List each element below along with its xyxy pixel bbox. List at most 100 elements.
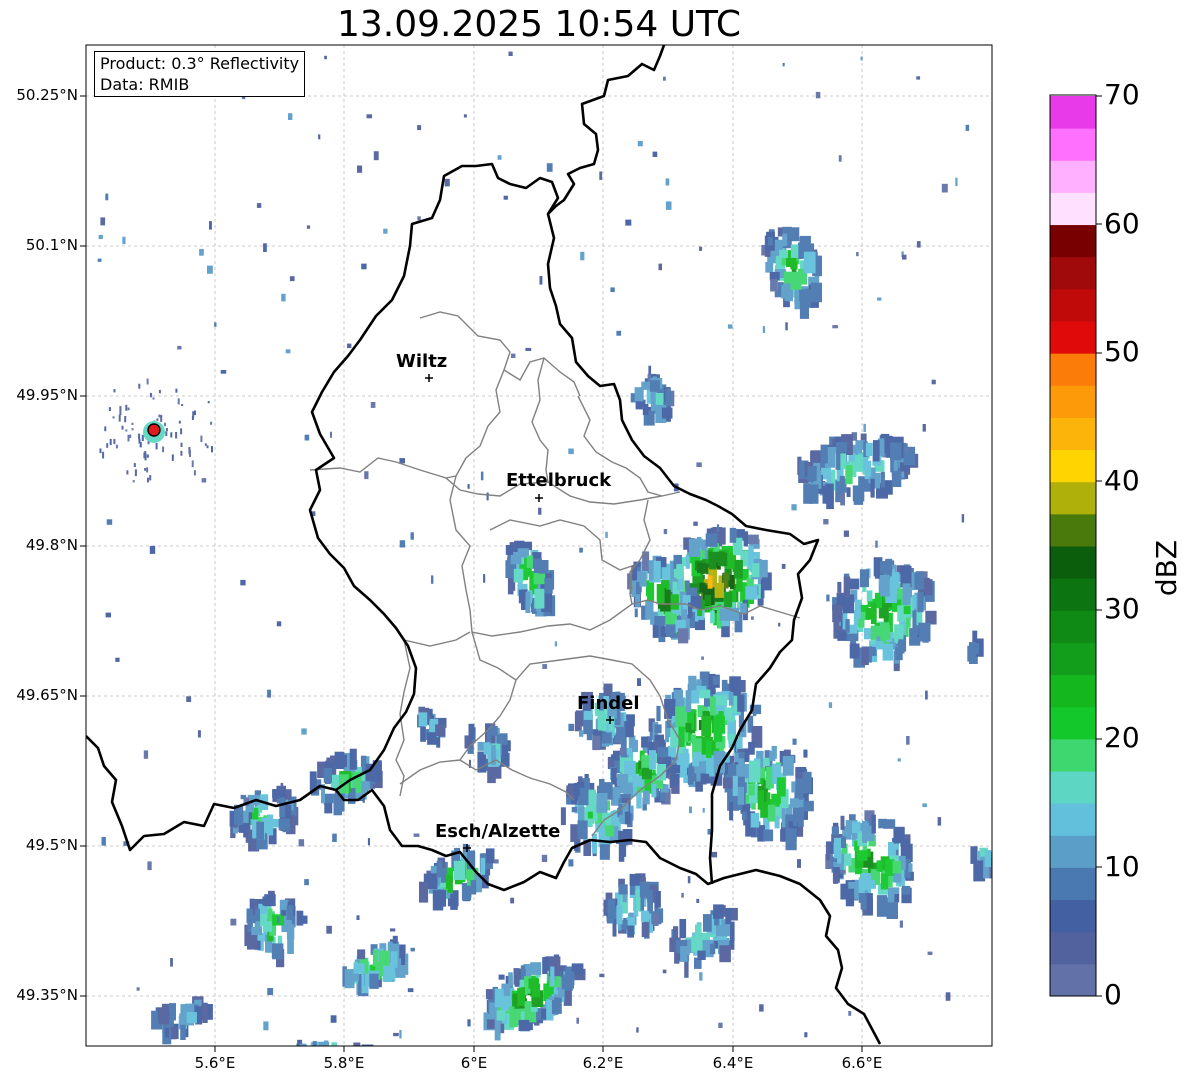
radar-clutter-speck [285,349,291,354]
radar-clutter-speck [687,876,691,884]
radar-echo-cell [723,777,733,789]
radar-clutter-speck [571,807,578,813]
radar-clutter-speck [383,228,388,234]
radar-echo-cell [840,836,847,848]
radar-echo-cell [882,643,894,661]
radar-echo-cell [485,989,493,1000]
radar-echo-cell [624,720,634,738]
radar-echo-cell [765,262,774,273]
radar-echo-cell [401,952,406,965]
radar-echo-cell [509,1006,518,1028]
radar-clutter-speck [100,217,106,226]
radar-clutter-speck [298,839,305,847]
radar-clutter-speck [393,1032,399,1037]
radar-clutter-speck [364,471,369,480]
radar-echo-cell [874,472,881,483]
radar-echo-cell [618,884,628,895]
colorbar-bin [1050,771,1096,804]
radar-clutter-speck [170,958,173,967]
radar-clutter-speck [681,892,684,898]
colorbar-tick-label: 40 [1104,464,1140,497]
radar-clutter-speck [568,448,574,455]
colorbar-bin [1050,610,1096,643]
radar-echo-cell [866,590,873,602]
radar-clutter-speck [178,420,181,424]
radar-echo-cell [836,442,848,453]
radar-echo-cell [751,563,760,578]
radar-echo-cell [262,921,273,932]
radar-echo-cell [496,734,502,744]
radar-clutter-speck [147,861,152,871]
radar-clutter-speck [144,468,147,471]
radar-clutter-speck [894,454,899,460]
radar-clutter-speck [546,163,553,172]
radar-echo-cell [390,951,398,968]
radar-echo-cell [331,1042,337,1046]
radar-echo-cell [768,236,773,246]
radar-clutter-speck [511,353,516,358]
radar-clutter-speck [177,398,180,405]
radar-clutter-speck [124,416,127,423]
radar-clutter-speck [906,736,910,745]
radar-echo-cell [861,647,869,665]
radar-echo-cell [186,1012,197,1024]
country-borders [86,45,882,1045]
radar-echo-cell [831,826,839,836]
radar-echo-cell [335,754,347,768]
lon-label: 6.4°E [712,1054,754,1072]
radar-echo-cell [801,784,810,793]
radar-echo-cell [849,578,860,590]
radar-echo-cell [670,774,680,787]
radar-clutter-speck [417,216,421,221]
radar-echo-cell [685,690,692,713]
colorbar-tick-label: 10 [1104,850,1140,883]
radar-clutter-speck [240,579,246,586]
radar-clutter-speck [498,974,505,980]
radar-clutter-speck [399,458,405,464]
radar-echo-cell [361,781,370,791]
radar-clutter-speck [665,201,672,210]
radar-echo-cell [854,599,861,617]
radar-clutter-speck [672,722,676,728]
radar-echo-cell [914,572,924,590]
radar-echo-cell [776,777,786,797]
radar-echo-cell [432,889,444,911]
radar-echo-cell [747,534,759,544]
radar-clutter-speck [108,407,111,411]
radar-clutter-speck [616,330,622,336]
radar-echo-cell [874,871,880,885]
radar-echo-cell [419,881,429,903]
radar-echo-cell [969,643,979,654]
radar-echo-cell [903,606,911,615]
radar-clutter-speck [902,254,907,260]
radar-clutter-speck [131,422,134,425]
radar-clutter-speck [665,178,670,186]
radar-echo-cell [729,801,734,821]
radar-clutter-speck [840,870,846,874]
radar-echo-cell [661,407,673,419]
radar-echo-cell [803,251,816,274]
radar-echo-cell [825,843,831,861]
colorbar-bin [1050,931,1096,965]
radar-clutter-speck [149,545,156,554]
radar-echo-cell [349,748,357,770]
radar-clutter-speck [762,326,765,333]
radar-clutter-speck [211,446,213,453]
radar-clutter-speck [838,155,842,162]
radar-echo-cell [715,695,728,706]
radar-clutter-speck [718,1022,723,1028]
radar-echo-cell [574,711,582,732]
radar-echo-cell [641,736,649,748]
radar-clutter-speck [539,276,543,285]
radar-echo-cell [858,619,865,628]
radar-echo-cell [925,610,937,625]
radar-echo-cell [790,261,798,270]
radar-clutter-speck [875,540,878,548]
city-label-esch-alzette: Esch/Alzette [435,821,561,842]
radar-clutter-speck [181,404,184,406]
colorbar-bin [1050,224,1096,258]
radar-clutter-speck [599,171,603,180]
radar-echo-cell [769,750,776,762]
city-marker-ettelbruck [535,494,543,502]
radar-echo-cell [880,561,888,574]
